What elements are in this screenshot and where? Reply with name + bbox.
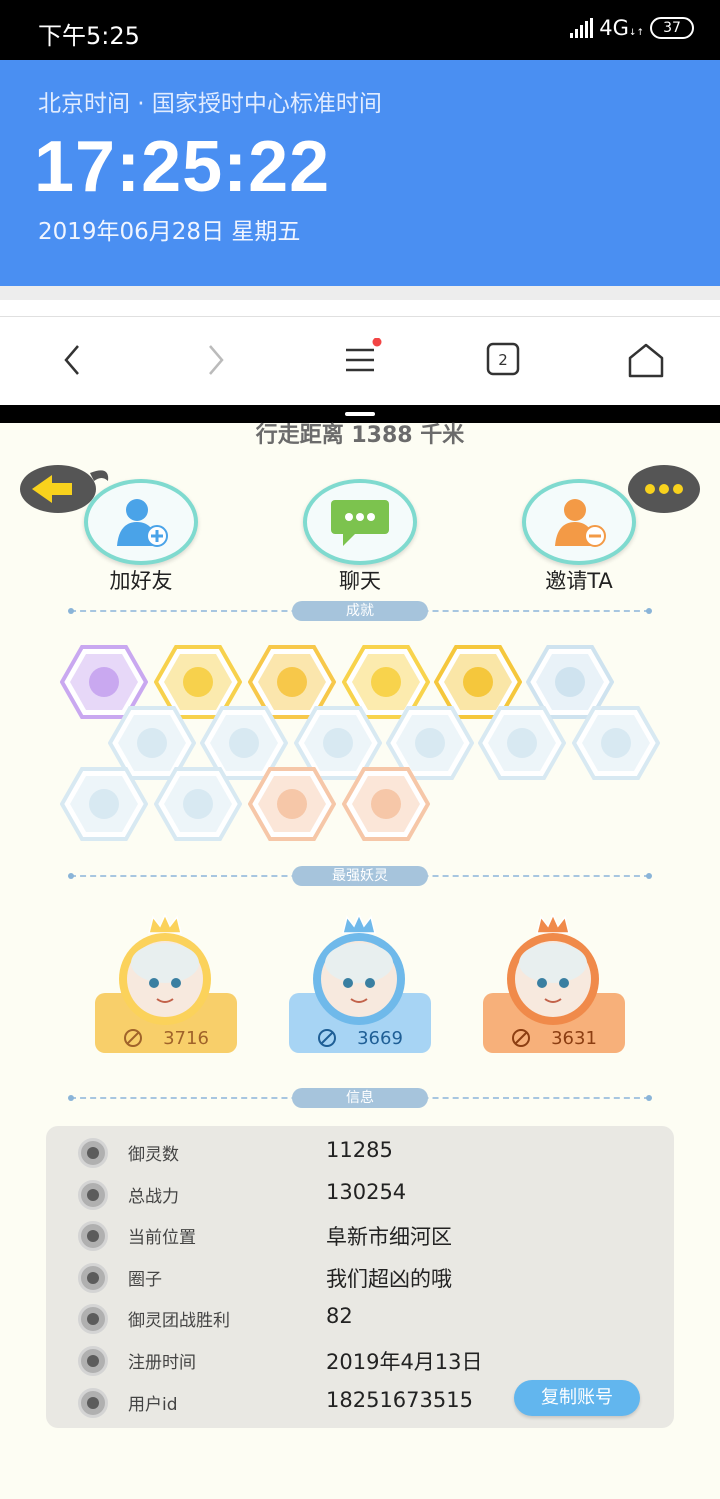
- info-row: 注册时间 2019年4月13日: [46, 1340, 674, 1380]
- info-value: 阜新市细河区: [326, 1225, 452, 1250]
- back-icon[interactable]: [42, 335, 102, 385]
- info-row: 当前位置 阜新市细河区: [46, 1215, 674, 1255]
- network-type: 4G↓↑: [599, 16, 644, 40]
- spirit-avatar: [119, 933, 211, 1025]
- chat-label: 聊天: [339, 569, 381, 593]
- home-icon[interactable]: [616, 335, 676, 385]
- spirit-count-icon: [78, 1138, 108, 1168]
- spirit-avatar: [313, 933, 405, 1025]
- status-indicators: 4G↓↑ 37: [570, 16, 694, 40]
- cart-badge-icon[interactable]: [247, 767, 337, 841]
- crown-icon: [148, 913, 182, 934]
- spirit-score: 3716: [95, 1023, 237, 1053]
- info-row: 御灵团战胜利 82: [46, 1298, 674, 1338]
- current-date: 2019年06月28日 星期五: [38, 219, 301, 245]
- signal-icon: [570, 18, 594, 38]
- info-value: 18251673515: [326, 1387, 473, 1412]
- info-value: 82: [326, 1304, 353, 1329]
- spirit-score-value: 3716: [163, 1027, 209, 1049]
- strongest-title: 最强妖灵: [292, 866, 428, 886]
- info-row: 御灵数 11285: [46, 1132, 674, 1172]
- tabs-icon[interactable]: 2: [474, 335, 534, 385]
- power-icon: [318, 1029, 337, 1047]
- spirit-score: 3669: [289, 1023, 431, 1053]
- achievements-title: 成就: [292, 601, 428, 621]
- clock-icon: [78, 1346, 108, 1376]
- info-key: 总战力: [128, 1186, 179, 1207]
- info-value: 2019年4月13日: [326, 1350, 483, 1374]
- game-profile: 行走距离 1388 千米 加好友 聊天 邀请TA 成就 最强妖灵 3716 36…: [0, 423, 720, 1499]
- info-key: 御灵数: [128, 1145, 179, 1165]
- time-header: 北京时间 · 国家授时中心标准时间 17:25:22 2019年06月28日 星…: [0, 60, 720, 286]
- info-key: 圈子: [128, 1269, 162, 1290]
- id-icon: [78, 1387, 108, 1418]
- location-icon: [78, 1221, 108, 1252]
- walk-distance: 行走距离 1388 千米: [255, 423, 465, 448]
- info-header: 信息: [68, 1088, 652, 1108]
- status-time: 下午5:25: [38, 22, 140, 50]
- scroll-badge-icon[interactable]: [571, 706, 661, 780]
- info-value: 130254: [326, 1179, 407, 1204]
- info-panel: 御灵数 11285 总战力 130254 当前位置 阜新市细河区圈子 我们超凶的哦御灵团战胜…: [46, 1126, 674, 1428]
- info-key: 当前位置: [128, 1228, 196, 1249]
- crown-icon: [342, 913, 376, 934]
- menu-icon[interactable]: [330, 335, 390, 385]
- browser-toolbar: 2: [0, 317, 720, 405]
- copy-account-button[interactable]: 复制账号: [514, 1380, 640, 1416]
- add-friend-icon: [84, 479, 198, 565]
- chat-icon: [303, 479, 417, 565]
- spirit-score-value: 3631: [551, 1027, 597, 1049]
- divider: [0, 286, 720, 300]
- invite-label: 邀请TA: [545, 569, 613, 593]
- fish-badge-icon[interactable]: [477, 706, 567, 780]
- time-source: 北京时间 · 国家授时中心标准时间: [38, 91, 382, 117]
- forward-icon[interactable]: [186, 335, 246, 385]
- spirit-score: 3631: [483, 1023, 625, 1053]
- spirit-avatar: [507, 933, 599, 1025]
- info-key: 用户id: [128, 1394, 178, 1415]
- info-value: 我们超凶的哦: [326, 1266, 452, 1291]
- chat-button[interactable]: 聊天: [295, 479, 425, 595]
- power-icon: [512, 1029, 531, 1047]
- power-icon: [124, 1029, 143, 1047]
- info-value: 11285: [326, 1138, 393, 1162]
- info-title: 信息: [292, 1088, 428, 1108]
- book-badge-icon[interactable]: [153, 767, 243, 841]
- current-time: 17:25:22: [34, 127, 331, 207]
- invite-button[interactable]: 邀请TA: [514, 479, 644, 595]
- invite-icon: [522, 479, 636, 565]
- power-icon: [78, 1179, 108, 1210]
- add-friend-button[interactable]: 加好友: [76, 479, 206, 595]
- info-key: 御灵团战胜利: [128, 1311, 230, 1332]
- svg-text:2: 2: [498, 351, 508, 369]
- info-row: 圈子 我们超凶的哦: [46, 1257, 674, 1297]
- gesture-handle[interactable]: [345, 412, 375, 416]
- info-key: 注册时间: [128, 1353, 196, 1373]
- circle-icon: [78, 1262, 108, 1293]
- spirit-score-value: 3669: [357, 1027, 403, 1049]
- stool-badge-icon[interactable]: [341, 767, 431, 841]
- cat2-badge-icon[interactable]: [59, 767, 149, 841]
- battery-icon: 37: [650, 17, 694, 39]
- team-win-icon: [78, 1304, 108, 1335]
- crown-icon: [536, 913, 570, 934]
- divider: [0, 300, 720, 317]
- status-bar: 下午5:25 4G↓↑ 37: [0, 0, 720, 60]
- strongest-header: 最强妖灵: [68, 866, 652, 886]
- achievements-header: 成就: [68, 601, 652, 621]
- info-row: 总战力 130254: [46, 1174, 674, 1214]
- add-friend-label: 加好友: [109, 569, 173, 593]
